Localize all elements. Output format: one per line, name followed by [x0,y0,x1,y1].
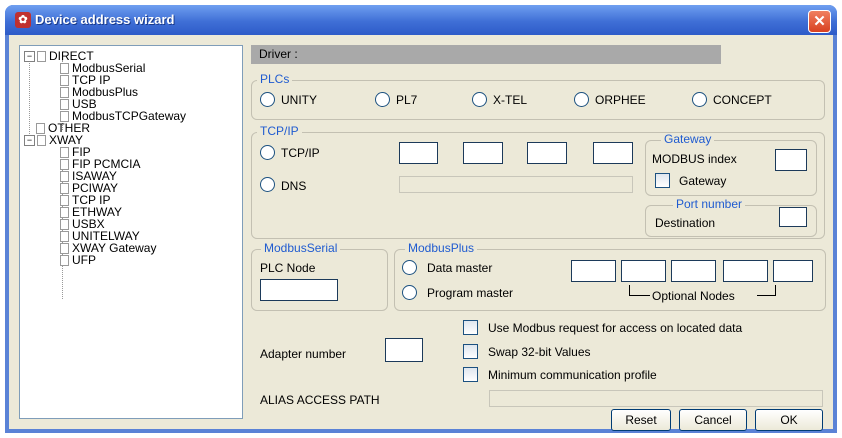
radio-xtel[interactable] [472,92,487,107]
port-number-legend: Port number [673,198,746,211]
device-tree[interactable]: − DIRECT ModbusSerial TCP IP ModbusPlus … [19,45,243,419]
radio-data-master[interactable] [402,260,417,275]
ip-octet-1-field[interactable] [399,142,438,164]
minimum-profile-label: Minimum communication profile [488,368,657,382]
ip-octet-4-field[interactable] [593,142,633,164]
alias-access-path-field[interactable] [489,390,823,407]
ip-octet-2-field[interactable] [463,142,503,164]
bracket-left [629,285,650,296]
swap-32bit-checkbox[interactable] [463,344,478,359]
document-icon [60,110,69,122]
radio-data-master-label: Data master [427,261,493,275]
modbus-index-field[interactable] [775,149,807,171]
radio-unity[interactable] [260,92,275,107]
optional-node-1-field[interactable] [571,260,616,282]
radio-pl7[interactable] [375,92,390,107]
radio-dns[interactable] [260,177,275,192]
document-icon [60,182,69,194]
modbus-serial-legend: ModbusSerial [261,242,341,255]
radio-dns-label: DNS [281,179,307,193]
cancel-button[interactable]: Cancel [679,409,747,431]
optional-nodes-label: Optional Nodes [652,289,735,303]
dialog-client: − DIRECT ModbusSerial TCP IP ModbusPlus … [9,35,833,431]
document-icon [60,230,69,242]
document-icon [60,218,69,230]
gateway-checkbox[interactable] [655,173,670,188]
radio-unity-label: UNITY [281,93,317,107]
folder-icon [37,134,46,146]
document-icon [36,122,45,134]
ip-octet-3-field[interactable] [527,142,567,164]
radio-xtel-label: X-TEL [493,93,528,107]
collapse-toggle[interactable]: − [24,134,35,146]
driver-field: Driver : [251,45,721,64]
tree-connector [29,60,30,144]
radio-orphee-label: ORPHEE [595,93,646,107]
radio-concept[interactable] [692,92,707,107]
document-icon [60,206,69,218]
gateway-legend: Gateway [661,133,715,146]
window-title: Device address wizard [35,12,175,27]
alias-access-path-label: ALIAS ACCESS PATH [260,393,380,407]
tcpip-legend: TCP/IP [257,125,302,138]
optional-node-3-field[interactable] [671,260,716,282]
adapter-number-field[interactable] [385,338,423,362]
title-bar[interactable]: ✿ Device address wizard ✕ [5,5,837,35]
optional-node-4-field[interactable] [723,260,768,282]
modbus-index-label: MODBUS index [652,152,737,166]
document-icon [60,254,69,266]
radio-program-master[interactable] [402,285,417,300]
adapter-number-label: Adapter number [260,347,347,361]
document-icon [60,146,69,158]
bracket-right [757,285,776,296]
document-icon [60,158,69,170]
collapse-toggle[interactable]: − [24,50,35,62]
optional-node-2-field[interactable] [621,260,666,282]
destination-label: Destination [655,216,716,230]
plc-node-label: PLC Node [260,261,316,275]
radio-tcpip[interactable] [260,145,275,160]
minimum-profile-checkbox[interactable] [463,367,478,382]
document-icon [60,62,69,74]
dns-field[interactable] [399,176,633,193]
document-icon [60,242,69,254]
tree-node-ufp[interactable]: UFP [60,254,96,266]
app-icon: ✿ [15,12,31,28]
driver-label: Driver : [259,47,298,61]
use-modbus-checkbox[interactable] [463,320,478,335]
gateway-checkbox-label: Gateway [679,174,727,188]
radio-tcpip-label: TCP/IP [281,146,320,160]
dialog-window: ✿ Device address wizard ✕ − DIRECT Modbu… [5,5,837,433]
document-icon [60,98,69,110]
close-button[interactable]: ✕ [808,10,831,33]
radio-pl7-label: PL7 [396,93,418,107]
plc-node-field[interactable] [260,279,338,301]
optional-node-5-field[interactable] [773,260,813,282]
document-icon [60,194,69,206]
swap-32bit-label: Swap 32-bit Values [488,345,591,359]
folder-icon [37,50,46,62]
tree-node-label: UFP [72,253,96,267]
modbus-plus-legend: ModbusPlus [405,242,478,255]
ok-button[interactable]: OK [755,409,823,431]
destination-field[interactable] [779,207,807,227]
use-modbus-label: Use Modbus request for access on located… [488,321,743,335]
document-icon [60,86,69,98]
radio-program-master-label: Program master [427,286,514,300]
radio-concept-label: CONCEPT [713,93,772,107]
document-icon [60,74,69,86]
radio-orphee[interactable] [574,92,589,107]
document-icon [60,170,69,182]
reset-button[interactable]: Reset [611,409,671,431]
plcs-legend: PLCs [257,73,293,86]
